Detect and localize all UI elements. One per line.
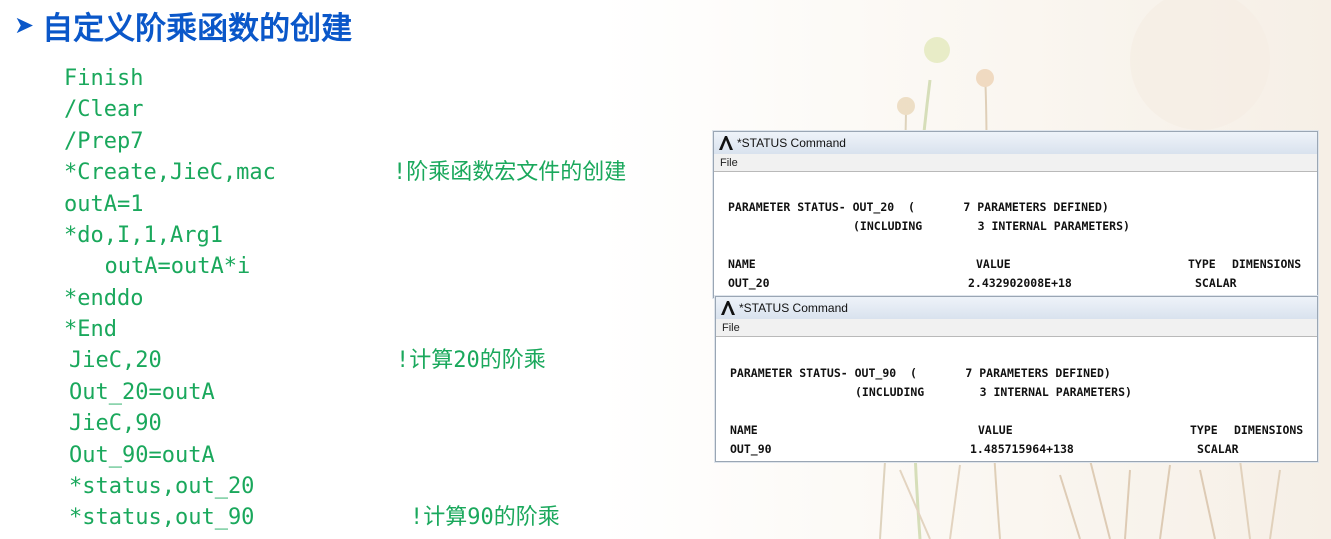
status-window-out20: *STATUS Command File PARAMETER STATUS- O… bbox=[713, 131, 1318, 298]
status-line: PARAMETER STATUS- OUT_20 ( 7 PARAMETERS … bbox=[728, 200, 1109, 214]
row-name: OUT_90 bbox=[730, 442, 772, 456]
including-line: (INCLUDING 3 INTERNAL PARAMETERS) bbox=[855, 385, 1132, 399]
code-line: outA=outA*i bbox=[78, 254, 251, 279]
code-line: *status,out_90 bbox=[69, 505, 255, 530]
window-title-bar[interactable]: *STATUS Command bbox=[716, 297, 1317, 319]
code-line: *do,I,1,Arg1 bbox=[64, 223, 223, 248]
header-name: NAME bbox=[728, 257, 756, 271]
code-line: *Create,JieC,mac bbox=[64, 160, 276, 185]
comment-create: !阶乘函数宏文件的创建 bbox=[393, 160, 627, 185]
row-type: SCALAR bbox=[1197, 442, 1239, 456]
code-line: /Prep7 bbox=[64, 129, 144, 154]
code-line: *enddo bbox=[64, 286, 144, 311]
code-line: *status,out_20 bbox=[69, 474, 255, 499]
comment-calc20: !计算20的阶乘 bbox=[396, 348, 546, 373]
header-name: NAME bbox=[730, 423, 758, 437]
header-dimensions: DIMENSIONS bbox=[1234, 423, 1304, 437]
row-value: 2.432902008E+18 bbox=[968, 276, 1072, 290]
menu-file[interactable]: File bbox=[720, 157, 738, 169]
ansys-logo-icon bbox=[721, 301, 735, 315]
header-type: TYPE bbox=[1190, 423, 1218, 437]
row-value: 1.485715964+138 bbox=[970, 442, 1074, 456]
status-line: PARAMETER STATUS- OUT_90 ( 7 PARAMETERS … bbox=[730, 366, 1111, 380]
arrow-bullet-icon: ➤ bbox=[14, 11, 35, 39]
menu-file[interactable]: File bbox=[722, 322, 740, 334]
code-line: *End bbox=[64, 317, 117, 342]
window-title: *STATUS Command bbox=[739, 301, 848, 315]
slide-title-text: 自定义阶乘函数的创建 bbox=[42, 10, 353, 47]
code-line: Out_20=outA bbox=[69, 380, 215, 405]
code-line: Finish bbox=[64, 66, 144, 91]
window-title-bar[interactable]: *STATUS Command bbox=[714, 132, 1317, 154]
window-title: *STATUS Command bbox=[737, 136, 846, 150]
ansys-logo-icon bbox=[719, 136, 733, 150]
comment-calc90: !计算90的阶乘 bbox=[410, 505, 560, 530]
header-type: TYPE bbox=[1188, 257, 1216, 271]
header-value: VALUE bbox=[978, 423, 1013, 437]
menu-bar: File bbox=[716, 319, 1317, 337]
including-line: (INCLUDING 3 INTERNAL PARAMETERS) bbox=[853, 219, 1130, 233]
menu-bar: File bbox=[714, 154, 1317, 172]
code-line: JieC,20 bbox=[69, 348, 162, 373]
header-dimensions: DIMENSIONS bbox=[1232, 257, 1302, 271]
status-window-out90: *STATUS Command File PARAMETER STATUS- O… bbox=[715, 296, 1318, 462]
code-line: JieC,90 bbox=[69, 411, 162, 436]
code-line: outA=1 bbox=[64, 192, 144, 217]
code-line: Out_90=outA bbox=[69, 443, 215, 468]
row-name: OUT_20 bbox=[728, 276, 770, 290]
code-line: /Clear bbox=[64, 97, 144, 122]
header-value: VALUE bbox=[976, 257, 1011, 271]
slide-title: ➤ 自定义阶乘函数的创建 bbox=[14, 2, 352, 48]
row-type: SCALAR bbox=[1195, 276, 1237, 290]
